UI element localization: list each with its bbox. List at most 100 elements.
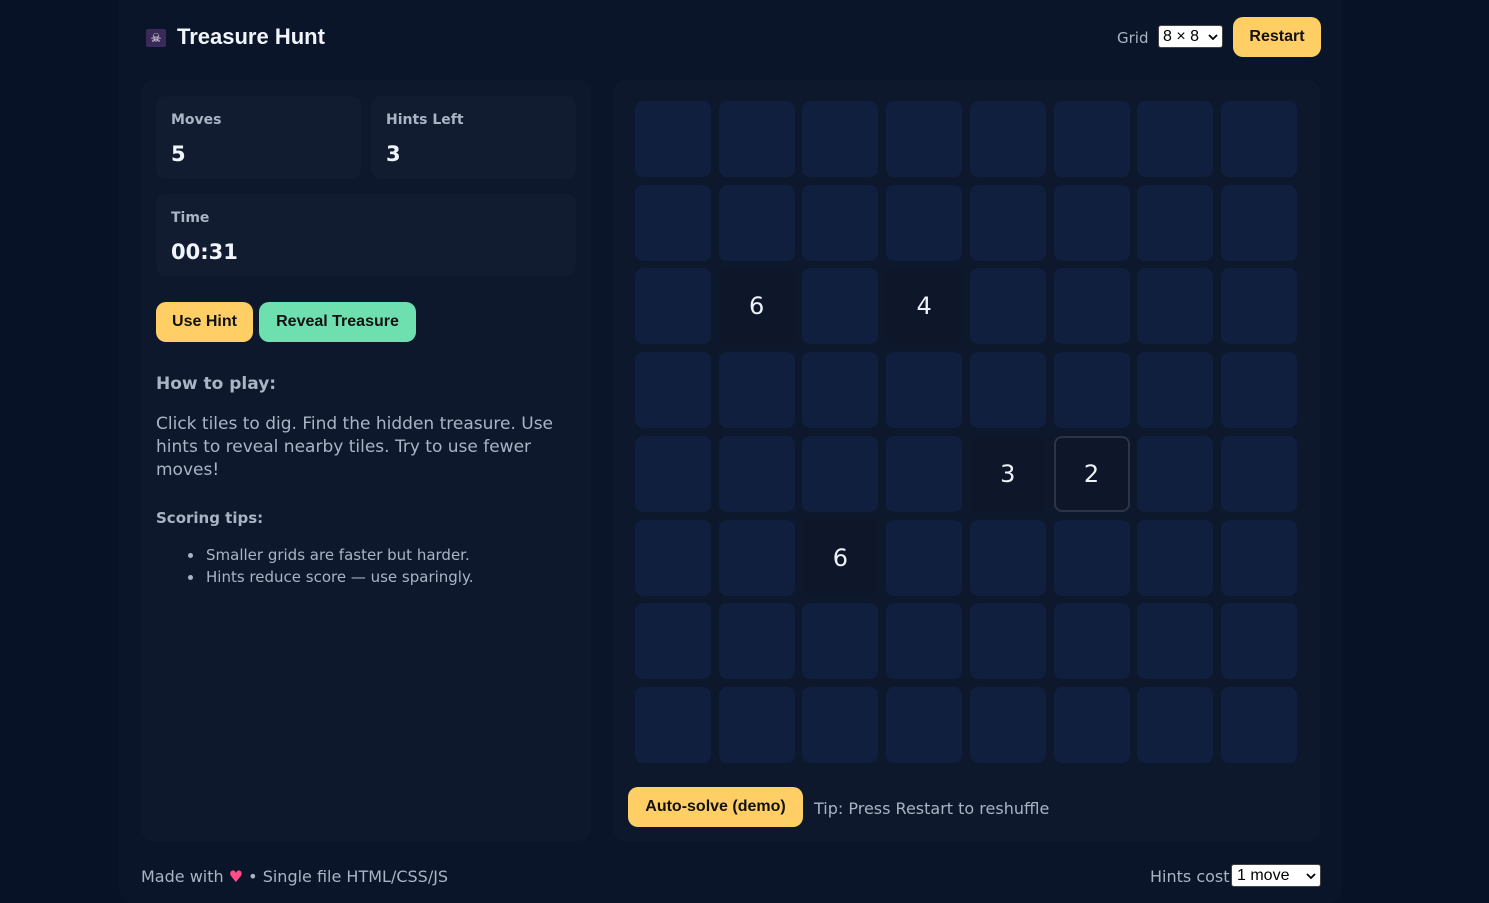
tile-r1-c8[interactable]	[1220, 101, 1297, 177]
scoring-tips-title: Scoring tips:	[156, 509, 264, 527]
footer-rest-text: • Single file HTML/CSS/JS	[248, 867, 449, 886]
tile-r2-c5[interactable]	[969, 184, 1046, 261]
tile-r8-c3[interactable]	[802, 686, 879, 763]
tile-r7-c7[interactable]	[1137, 603, 1214, 680]
tile-r6-c3[interactable]: 6	[802, 519, 879, 596]
tip-text: Tip: Press Restart to reshuffle	[814, 799, 1050, 818]
tile-r6-c4[interactable]	[886, 519, 963, 596]
tile-r8-c2[interactable]	[718, 686, 795, 763]
tile-r3-c2[interactable]: 6	[718, 268, 795, 345]
tile-r2-c6[interactable]	[1053, 184, 1130, 261]
tile-r3-c7[interactable]	[1137, 268, 1214, 345]
tile-r3-c3[interactable]	[802, 268, 879, 345]
tile-r4-c5[interactable]	[969, 352, 1046, 429]
skull-flag-icon: ☠	[146, 29, 166, 47]
tile-r6-c8[interactable]	[1220, 519, 1297, 596]
tile-r8-c1[interactable]	[635, 686, 711, 763]
tile-r6-c5[interactable]	[969, 519, 1046, 596]
tile-r4-c1[interactable]	[635, 352, 711, 429]
grid-size-select[interactable]: 8 × 8	[1158, 25, 1223, 48]
tile-r1-c6[interactable]	[1053, 101, 1130, 177]
tile-r2-c2[interactable]	[718, 184, 795, 261]
tile-r4-c7[interactable]	[1137, 352, 1214, 429]
made-with-text: Made with	[141, 867, 224, 886]
tile-r5-c8[interactable]	[1220, 435, 1297, 512]
tile-r6-c7[interactable]	[1137, 519, 1214, 596]
hints-card: Hints Left 3	[371, 96, 576, 179]
tile-r7-c4[interactable]	[886, 603, 963, 680]
tile-r3-c4[interactable]: 4	[886, 268, 963, 345]
tile-r7-c2[interactable]	[718, 603, 795, 680]
tile-r4-c4[interactable]	[886, 352, 963, 429]
restart-button[interactable]: Restart	[1233, 17, 1321, 57]
tile-r5-c1[interactable]	[635, 435, 711, 512]
tile-r4-c2[interactable]	[718, 352, 795, 429]
grid-label: Grid	[1117, 29, 1149, 47]
hints-cost-value: 1 move	[1237, 867, 1290, 884]
grid-size-value: 8 × 8	[1163, 28, 1200, 45]
tile-r4-c3[interactable]	[802, 352, 879, 429]
tile-r7-c8[interactable]	[1220, 603, 1297, 680]
tile-r2-c4[interactable]	[886, 184, 963, 261]
tile-r8-c7[interactable]	[1137, 686, 1214, 763]
tile-r2-c8[interactable]	[1220, 184, 1297, 261]
tile-r6-c2[interactable]	[718, 519, 795, 596]
moves-value: 5	[171, 142, 186, 166]
tile-r5-c2[interactable]	[718, 435, 795, 512]
tile-r5-c3[interactable]	[802, 435, 879, 512]
heart-icon: ♥	[228, 867, 244, 886]
tile-r8-c4[interactable]	[886, 686, 963, 763]
time-label: Time	[171, 210, 210, 226]
tile-r1-c5[interactable]	[969, 101, 1046, 177]
footer-credit: Made with ♥ • Single file HTML/CSS/JS	[141, 867, 448, 886]
tile-r2-c3[interactable]	[802, 184, 879, 261]
tile-r3-c8[interactable]	[1220, 268, 1297, 345]
how-to-play-text: Click tiles to dig. Find the hidden trea…	[156, 414, 554, 480]
tile-r1-c3[interactable]	[802, 101, 879, 177]
list-item: Hints reduce score — use sparingly.	[156, 566, 473, 588]
use-hint-button[interactable]: Use Hint	[156, 302, 253, 342]
tile-r1-c2[interactable]	[718, 101, 795, 177]
tile-r7-c3[interactable]	[802, 603, 879, 680]
app-container: ☠ Treasure Hunt Grid 8 × 8 Restart Moves…	[119, 0, 1342, 903]
tile-r1-c1[interactable]	[635, 101, 711, 177]
list-item: Smaller grids are faster but harder.	[156, 544, 473, 566]
left-panel: Moves 5 Hints Left 3 Time 00:31 Use Hint…	[141, 80, 591, 841]
tile-r5-c4[interactable]	[886, 435, 963, 512]
page-title: Treasure Hunt	[177, 24, 325, 49]
chevron-down-icon	[1208, 34, 1218, 41]
tile-r5-c6[interactable]: 2	[1053, 435, 1130, 512]
time-card: Time 00:31	[156, 194, 576, 276]
tile-r7-c5[interactable]	[969, 603, 1046, 680]
tile-r8-c8[interactable]	[1220, 686, 1297, 763]
tile-r1-c7[interactable]	[1137, 101, 1214, 177]
tile-r5-c5[interactable]: 3	[969, 435, 1046, 512]
hints-value: 3	[386, 142, 401, 166]
time-value: 00:31	[171, 240, 238, 264]
moves-label: Moves	[171, 112, 222, 128]
moves-card: Moves 5	[156, 96, 361, 179]
tile-r3-c5[interactable]	[969, 268, 1046, 345]
hints-label: Hints Left	[386, 112, 464, 128]
tile-r8-c6[interactable]	[1053, 686, 1130, 763]
tile-r4-c8[interactable]	[1220, 352, 1297, 429]
tile-r7-c6[interactable]	[1053, 603, 1130, 680]
tile-r6-c1[interactable]	[635, 519, 711, 596]
tile-r3-c1[interactable]	[635, 268, 711, 345]
tile-r6-c6[interactable]	[1053, 519, 1130, 596]
tile-r2-c7[interactable]	[1137, 184, 1214, 261]
tile-r3-c6[interactable]	[1053, 268, 1130, 345]
tile-r4-c6[interactable]	[1053, 352, 1130, 429]
tile-r5-c7[interactable]	[1137, 435, 1214, 512]
tile-r1-c4[interactable]	[886, 101, 963, 177]
tile-r8-c5[interactable]	[969, 686, 1046, 763]
hints-cost-label: Hints cost	[1150, 867, 1230, 886]
right-panel: 6 4 32 6 Auto-solve (demo) Tip: Press Resta…	[613, 80, 1320, 841]
header: ☠ Treasure Hunt Grid 8 × 8 Restart	[119, 0, 1342, 78]
reveal-treasure-button[interactable]: Reveal Treasure	[259, 302, 416, 342]
tile-r2-c1[interactable]	[635, 184, 711, 261]
tile-r7-c1[interactable]	[635, 603, 711, 680]
hints-cost-select[interactable]: 1 move	[1231, 864, 1321, 887]
auto-solve-button[interactable]: Auto-solve (demo)	[628, 787, 803, 827]
how-to-play-title: How to play:	[156, 374, 277, 394]
